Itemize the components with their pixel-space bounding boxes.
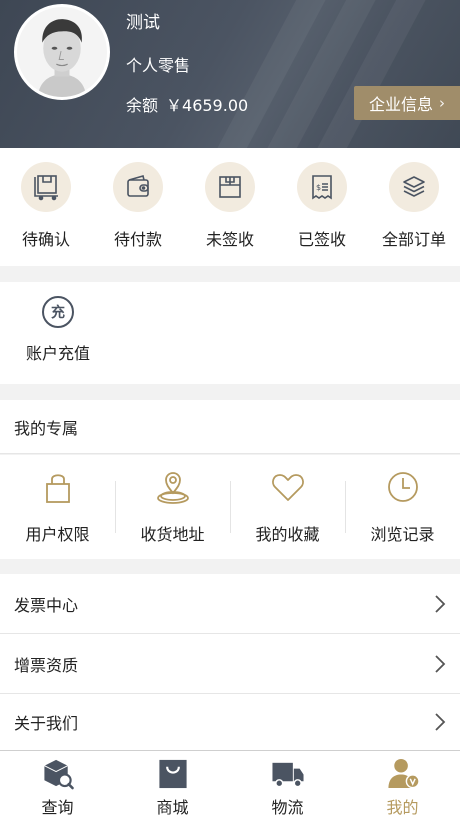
list-item-label: 增票资质 [14,655,79,675]
wallet-icon [113,162,163,212]
user-type: 个人零售 [126,56,191,75]
order-label: 已签收 [297,230,346,249]
tab-label: 物流 [271,798,304,817]
svg-text:$: $ [316,183,321,192]
order-pending-confirm[interactable]: 待确认 [0,148,92,266]
order-status-row: 待确认 待付款 未签收 $ 已签收 全部订单 [0,148,460,266]
chevron-right-icon [435,713,446,731]
order-all[interactable]: 全部订单 [368,148,460,266]
truck-icon [271,762,304,788]
exclusive-section: 用户权限 收货地址 我的收藏 浏览记录 [0,455,460,559]
tab-logistics[interactable]: 物流 [230,751,345,818]
recharge-section: 充 账户充值 [0,282,460,384]
user-vip-icon [387,758,420,789]
order-label: 全部订单 [381,230,446,249]
exclusive-label: 收货地址 [140,525,205,544]
vat-qualification-row[interactable]: 增票资质 [0,634,460,694]
heart-icon [271,474,304,501]
browse-history-button[interactable]: 浏览记录 [345,469,460,545]
package-icon [205,162,255,212]
exclusive-label: 浏览记录 [370,525,435,544]
balance: 余额 ￥4659.00 [126,92,248,116]
invoice-center-row[interactable]: 发票中心 [0,574,460,634]
receipt-icon: $ [297,162,347,212]
exclusive-label: 我的收藏 [255,525,320,544]
tab-label: 商城 [156,798,189,817]
clock-icon [387,472,418,502]
balance-label: 余额 [126,96,159,115]
order-label: 未签收 [205,230,254,249]
lock-icon [45,474,70,503]
order-received[interactable]: $ 已签收 [276,148,368,266]
list-item-label: 发票中心 [14,595,79,615]
about-us-row[interactable]: 关于我们 [0,694,460,750]
tab-label: 查询 [41,798,74,817]
order-not-received[interactable]: 未签收 [184,148,276,266]
tab-mall[interactable]: 商城 [115,751,230,818]
chevron-right-icon: › [439,94,445,112]
company-info-button[interactable]: 企业信息 › [354,86,460,120]
tab-query[interactable]: 查询 [0,751,115,818]
location-icon [156,472,189,504]
exclusive-label: 用户权限 [25,525,90,544]
order-label: 待确认 [21,230,70,249]
avatar[interactable] [14,4,110,100]
box-pending-icon [21,162,71,212]
user-name: 测试 [126,13,160,33]
bottom-tab-bar: 查询 商城 物流 我的 [0,750,460,818]
recharge-label: 账户充值 [25,344,90,363]
list-item-label: 关于我们 [14,714,79,733]
tab-mine[interactable]: 我的 [345,751,460,818]
balance-value: ￥4659.00 [166,96,249,115]
order-label: 待付款 [113,230,162,249]
user-permissions-button[interactable]: 用户权限 [0,469,115,545]
shopping-bag-icon [158,759,187,789]
profile-header: 测试 个人零售 余额 ￥4659.00 企业信息 › [0,0,460,148]
layers-icon [389,162,439,212]
recharge-icon: 充 [42,296,74,328]
search-box-icon [43,759,74,790]
order-pending-payment[interactable]: 待付款 [92,148,184,266]
company-info-label: 企业信息 [368,95,433,114]
chevron-right-icon [435,594,446,613]
chevron-right-icon [435,654,446,673]
shipping-address-button[interactable]: 收货地址 [115,469,230,545]
exclusive-title: 我的专属 [0,400,460,454]
account-recharge-button[interactable]: 充 账户充值 [14,296,102,364]
avatar-portrait [17,7,107,97]
my-favorites-button[interactable]: 我的收藏 [230,469,345,545]
tab-label: 我的 [386,798,419,817]
menu-list: 发票中心 增票资质 关于我们 [0,574,460,750]
